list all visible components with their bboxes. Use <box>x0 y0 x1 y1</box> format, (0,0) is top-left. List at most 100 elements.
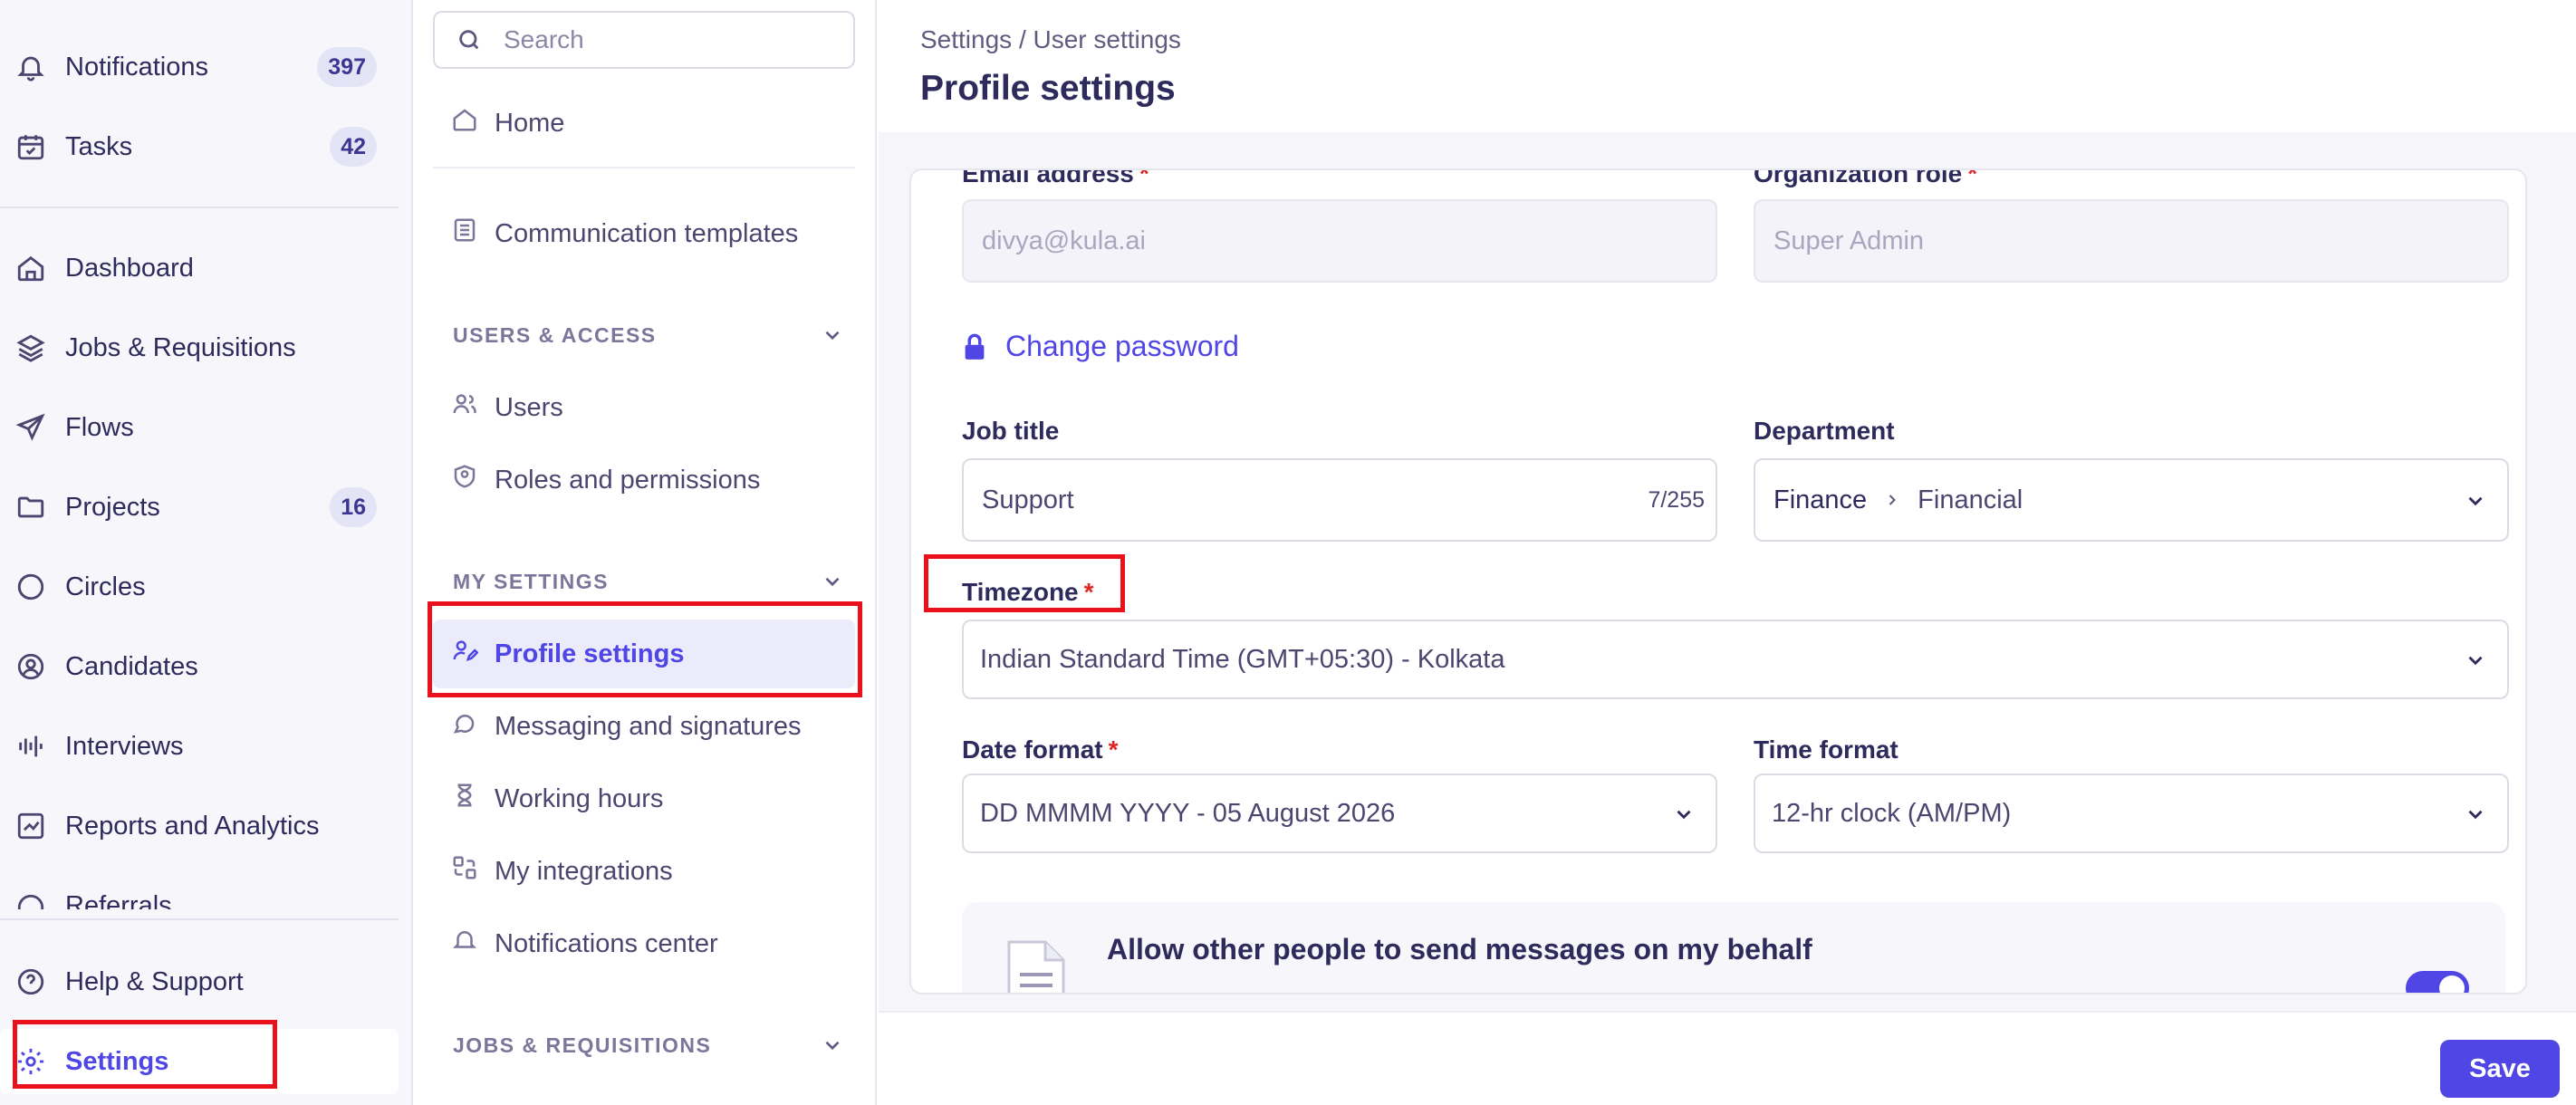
nav-item-referrals[interactable]: Referrals <box>0 891 399 909</box>
job-title-label: Job title <box>962 417 1060 445</box>
nav-label: Settings <box>65 1046 169 1076</box>
sub-divider <box>433 167 855 168</box>
timezone-select[interactable]: Indian Standard Time (GMT+05:30) - Kolka… <box>962 620 2509 699</box>
chevron-down-icon <box>825 577 840 587</box>
search-icon <box>459 30 479 50</box>
send-on-behalf-toggle[interactable] <box>2406 971 2469 993</box>
chart-icon <box>14 810 47 842</box>
user-circle-icon <box>14 650 47 683</box>
page-title: Profile settings <box>920 69 1176 108</box>
sub-item-label: Communication templates <box>495 218 799 248</box>
nav-label: Projects <box>65 492 160 522</box>
nav-item-projects[interactable]: Projects 16 <box>0 475 399 540</box>
circles-icon <box>14 571 47 603</box>
chevron-down-icon <box>825 1041 840 1051</box>
search-input[interactable] <box>504 25 848 54</box>
users-icon <box>451 390 478 425</box>
nav-divider <box>0 918 399 920</box>
nav-item-flows[interactable]: Flows <box>0 395 399 460</box>
send-on-behalf-panel: Allow other people to send messages on m… <box>962 902 2505 993</box>
message-icon <box>451 709 478 744</box>
sub-item-profile-settings[interactable]: Profile settings <box>433 620 855 688</box>
sub-item-label: Roles and permissions <box>495 465 761 495</box>
nav-label: Tasks <box>65 131 133 161</box>
profile-form-card: Email address * divya@kula.ai Organizatio… <box>909 168 2527 994</box>
folder-icon <box>14 491 47 524</box>
tasks-count-badge: 42 <box>330 127 377 167</box>
shield-user-icon <box>451 463 478 497</box>
chevron-down-icon <box>2468 810 2483 820</box>
nav-label: Referrals <box>65 891 172 909</box>
job-title-input[interactable]: Support 7/255 <box>962 458 1717 542</box>
nav-label: Interviews <box>65 731 184 761</box>
referrals-icon <box>14 891 47 909</box>
nav-item-interviews[interactable]: Interviews <box>0 714 399 779</box>
time-format-select[interactable]: 12-hr clock (AM/PM) <box>1754 774 2509 853</box>
section-users-access[interactable]: USERS & ACCESS <box>453 317 851 353</box>
settings-sidebar: Home Communication templates USERS & ACC… <box>415 0 877 1105</box>
chevron-down-icon <box>2468 496 2483 506</box>
save-button[interactable]: Save <box>2440 1040 2560 1098</box>
sub-item-home[interactable]: Home <box>433 89 855 158</box>
page-header: Settings / User settings Profile setting… <box>879 0 2576 132</box>
department-select[interactable]: Finance Financial <box>1754 458 2509 542</box>
notifications-count-badge: 397 <box>317 47 377 87</box>
section-jobs-requisitions[interactable]: JOBS & REQUISITIONS <box>453 1027 851 1063</box>
time-format-label: Time format <box>1754 735 1898 764</box>
date-format-select[interactable]: DD MMMM YYYY - 05 August 2026 <box>962 774 1717 853</box>
chevron-right-icon <box>1889 495 1897 505</box>
sub-item-users[interactable]: Users <box>433 373 855 442</box>
nav-label: Candidates <box>65 651 198 681</box>
nav-item-settings[interactable]: Settings <box>0 1029 399 1094</box>
sub-item-label: Working hours <box>495 783 664 813</box>
email-field: divya@kula.ai <box>962 199 1717 283</box>
nav-item-help-support[interactable]: Help & Support <box>0 949 399 1014</box>
projects-count-badge: 16 <box>330 487 377 527</box>
nav-item-jobs-requisitions[interactable]: Jobs & Requisitions <box>0 315 399 380</box>
sub-item-my-integrations[interactable]: My integrations <box>433 837 855 906</box>
nav-label: Jobs & Requisitions <box>65 332 296 362</box>
nav-item-candidates[interactable]: Candidates <box>0 634 399 699</box>
time-format-value: 12-hr clock (AM/PM) <box>1772 798 2012 828</box>
sub-item-messaging-signatures[interactable]: Messaging and signatures <box>433 692 855 761</box>
change-password-link[interactable]: Change password <box>962 330 1239 363</box>
lock-icon <box>965 333 985 360</box>
section-title: MY SETTINGS <box>453 569 609 593</box>
department-parent: Finance <box>1773 485 1868 514</box>
sub-item-working-hours[interactable]: Working hours <box>433 764 855 833</box>
chevron-down-icon <box>825 331 840 341</box>
date-format-value: DD MMMM YYYY - 05 August 2026 <box>980 798 1396 828</box>
nav-divider <box>0 207 399 208</box>
org-role-label: Organization role * <box>1754 168 1978 187</box>
nav-item-circles[interactable]: Circles <box>0 554 399 620</box>
layers-icon <box>14 332 47 364</box>
nav-item-notifications[interactable]: Notifications 397 <box>0 34 399 100</box>
user-edit-icon <box>451 637 479 671</box>
nav-item-reports-analytics[interactable]: Reports and Analytics <box>0 793 399 859</box>
section-title: JOBS & REQUISITIONS <box>453 1033 712 1057</box>
chevron-down-icon <box>2468 656 2483 666</box>
nav-label: Circles <box>65 572 146 601</box>
nav-label: Flows <box>65 412 134 442</box>
home-icon <box>451 106 478 140</box>
send-on-behalf-title: Allow other people to send messages on m… <box>1107 933 1812 966</box>
nav-item-dashboard[interactable]: Dashboard <box>0 235 399 301</box>
home-icon <box>14 252 47 284</box>
timezone-label: Timezone * <box>962 578 1094 606</box>
integrations-icon <box>451 854 478 889</box>
change-password-label: Change password <box>1005 330 1239 362</box>
sub-item-communication-templates[interactable]: Communication templates <box>433 199 855 268</box>
settings-search[interactable] <box>433 11 855 69</box>
chevron-down-icon <box>1677 810 1691 820</box>
bell-settings-icon <box>451 927 478 961</box>
section-title: USERS & ACCESS <box>453 322 657 347</box>
nav-label: Reports and Analytics <box>65 811 320 841</box>
job-title-char-counter: 7/255 <box>1648 486 1705 513</box>
section-my-settings[interactable]: MY SETTINGS <box>453 563 851 600</box>
main-content: Settings / User settings Profile setting… <box>879 0 2576 1105</box>
sub-item-roles-permissions[interactable]: Roles and permissions <box>433 446 855 514</box>
nav-item-tasks[interactable]: Tasks 42 <box>0 114 399 179</box>
org-role-field: Super Admin <box>1754 199 2509 283</box>
sub-item-notifications-center[interactable]: Notifications center <box>433 909 855 978</box>
nav-label: Help & Support <box>65 966 244 996</box>
